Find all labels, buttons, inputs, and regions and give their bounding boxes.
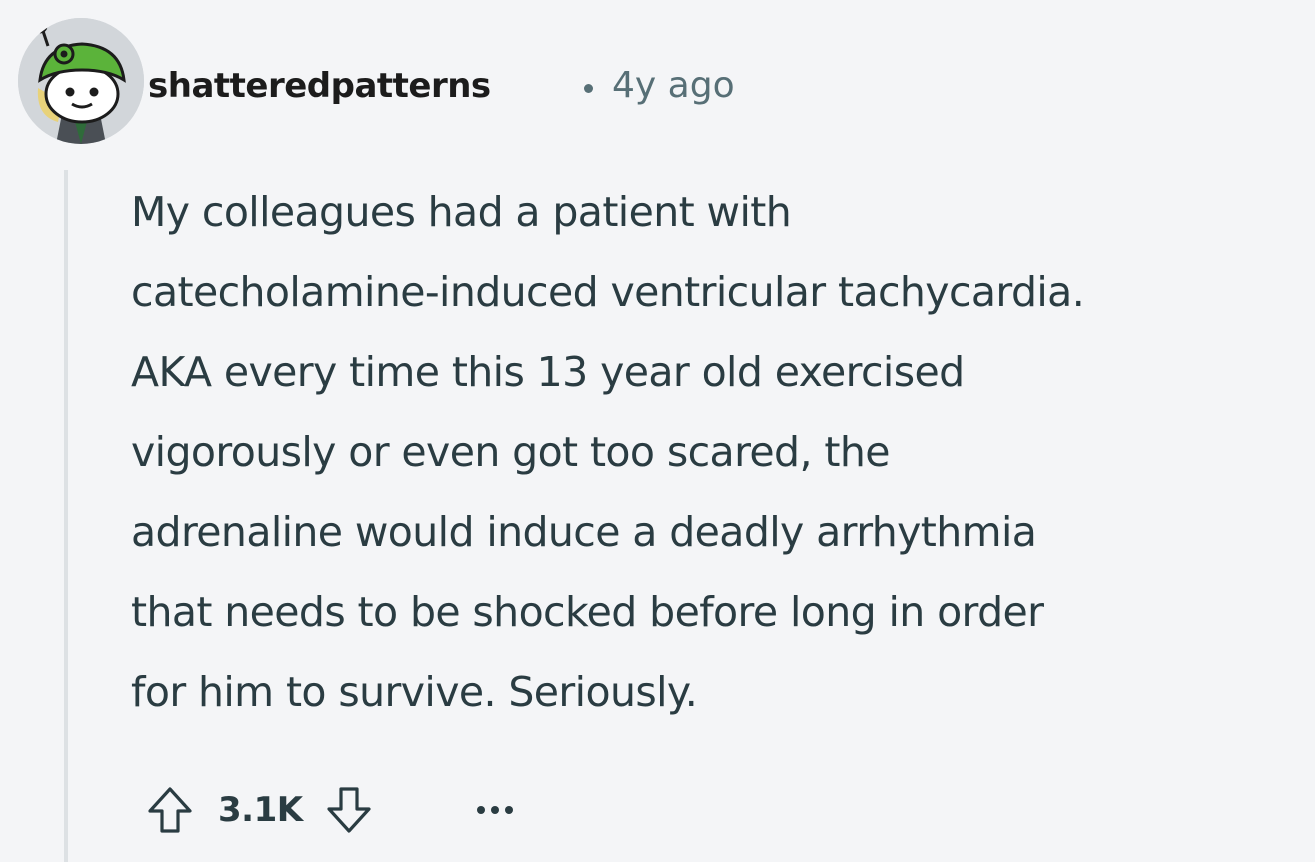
upvote-button[interactable] (140, 780, 200, 840)
avatar[interactable] (18, 18, 144, 144)
comment-body-line: AKA every time this 13 year old exercise… (131, 348, 965, 396)
vote-score: 3.1K (218, 790, 303, 830)
ellipsis-icon (476, 806, 513, 814)
more-options-button[interactable] (465, 780, 525, 840)
meta-separator-dot (584, 84, 593, 93)
comment-body-line: My colleagues had a patient with (131, 188, 792, 236)
comment-action-bar: 3.1K (140, 778, 525, 842)
snoo-avatar-icon (18, 18, 144, 144)
upvote-arrow-icon (148, 787, 192, 833)
comment-body: My colleagues had a patient with catecho… (131, 172, 1311, 732)
comment-body-line: for him to survive. Seriously. (131, 668, 698, 716)
comment-body-line: vigorously or even got too scared, the (131, 428, 890, 476)
comment-author[interactable]: shatteredpatterns (148, 62, 491, 110)
downvote-arrow-icon (326, 787, 371, 833)
comment-body-line: that needs to be shocked before long in … (131, 588, 1044, 636)
comment-body-line: adrenaline would induce a deadly arrhyth… (131, 508, 1037, 556)
thread-line[interactable] (64, 170, 68, 862)
comment-body-line: catecholamine-induced ventricular tachyc… (131, 268, 1085, 316)
comment-age[interactable]: 4y ago (612, 62, 735, 110)
downvote-button[interactable] (319, 780, 379, 840)
